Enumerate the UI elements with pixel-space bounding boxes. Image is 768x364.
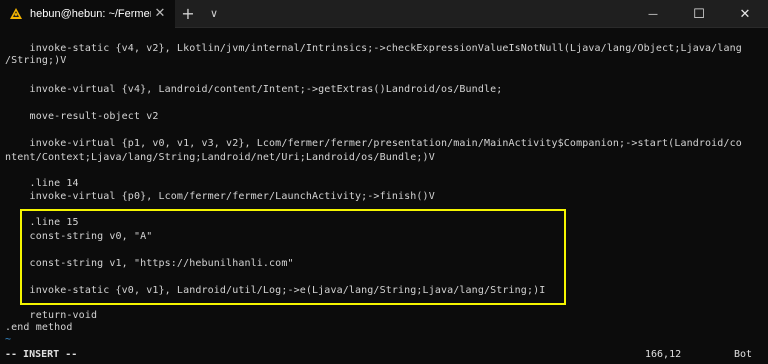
terminal-content[interactable]: invoke-static {v4, v2}, Lkotlin/jvm/inte… xyxy=(0,28,768,364)
window-controls: — ☐ ✕ xyxy=(630,0,768,28)
scrollbar[interactable] xyxy=(758,28,768,364)
code-line: invoke-virtual {v4}, Landroid/content/In… xyxy=(5,84,503,95)
maximize-button[interactable]: ☐ xyxy=(676,0,722,28)
code-line: /String;)V xyxy=(5,55,67,66)
code-line: .end method xyxy=(5,322,73,333)
code-line: ntent/Context;Ljava/lang/String;Landroid… xyxy=(5,152,435,163)
chevron-down-icon: ∨ xyxy=(209,7,219,20)
scroll-position: Bot xyxy=(734,349,753,360)
code-line: move-result-object v2 xyxy=(5,111,159,122)
code-line: return-void xyxy=(5,310,98,321)
maximize-icon: ☐ xyxy=(693,6,705,22)
plus-icon: + xyxy=(181,4,195,23)
mode-indicator: -- INSERT -- xyxy=(5,349,78,360)
highlight-annotation-box xyxy=(20,209,566,305)
linux-penguin-icon xyxy=(8,6,24,22)
close-icon: ✕ xyxy=(739,6,751,22)
close-window-button[interactable]: ✕ xyxy=(722,0,768,28)
tab-dropdown-button[interactable]: ∨ xyxy=(201,0,227,28)
tab-title: hebun@hebun: ~/Fermer KG_v1 xyxy=(30,7,151,20)
minimize-icon: — xyxy=(648,8,658,20)
code-line: invoke-virtual {p0}, Lcom/fermer/fermer/… xyxy=(5,191,435,202)
code-line: .line 14 xyxy=(5,178,79,189)
cursor-position: 166,12 xyxy=(645,349,682,360)
code-line: invoke-virtual {p1, v0, v1, v3, v2}, Lco… xyxy=(5,138,742,149)
empty-line-tilde: ~ xyxy=(5,334,12,345)
title-bar: hebun@hebun: ~/Fermer KG_v1 ✕ + ∨ — ☐ ✕ xyxy=(0,0,768,28)
minimize-button[interactable]: — xyxy=(630,0,676,28)
terminal-tab[interactable]: hebun@hebun: ~/Fermer KG_v1 ✕ xyxy=(0,0,175,28)
code-line: invoke-static {v4, v2}, Lkotlin/jvm/inte… xyxy=(5,43,742,54)
tab-close-icon[interactable]: ✕ xyxy=(151,5,169,23)
new-tab-button[interactable]: + xyxy=(175,0,201,28)
